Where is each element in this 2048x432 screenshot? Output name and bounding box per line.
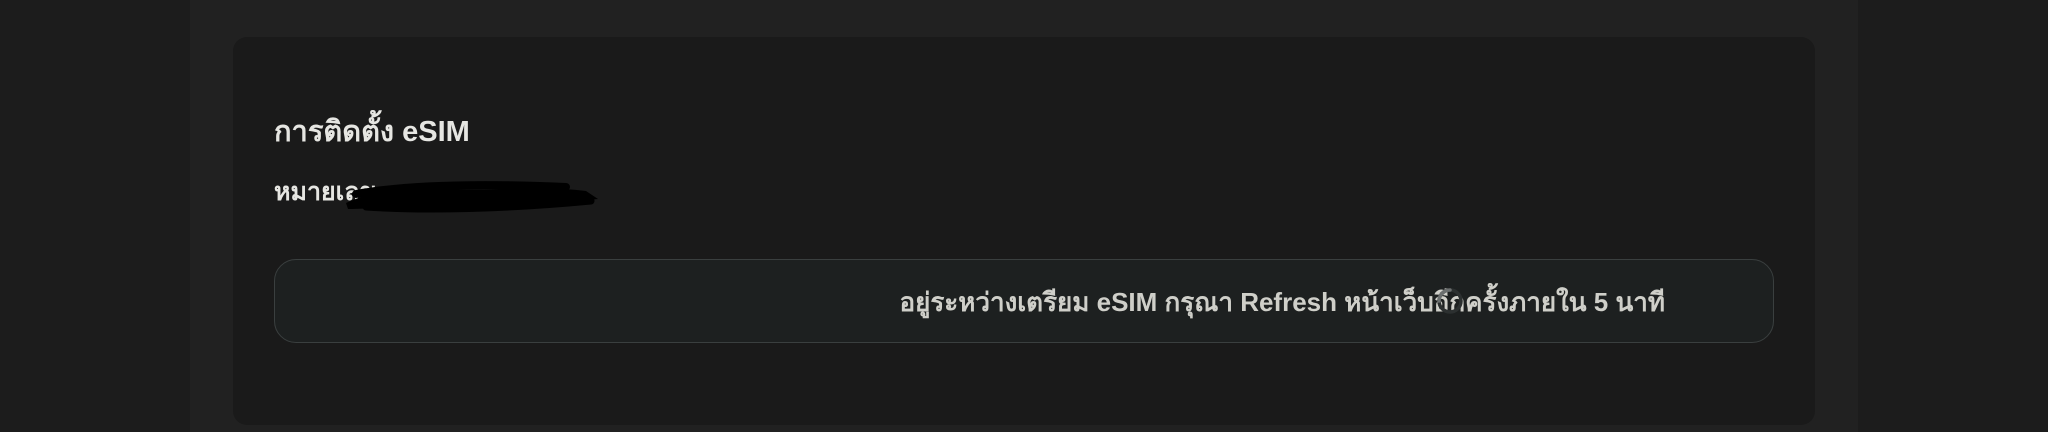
esim-install-title: การติดตั้ง eSIM bbox=[274, 116, 470, 148]
loading-spinner-icon bbox=[1437, 288, 1463, 314]
status-message-box: อยู่ระหว่างเตรียม eSIM กรุณา Refresh หน้… bbox=[274, 259, 1774, 343]
redaction-scribble bbox=[346, 181, 598, 213]
esim-install-card: การติดตั้ง eSIM หมายเลข อยู่ระหว่างเตรีย… bbox=[233, 37, 1815, 425]
phone-number-row: หมายเลข bbox=[274, 173, 614, 213]
